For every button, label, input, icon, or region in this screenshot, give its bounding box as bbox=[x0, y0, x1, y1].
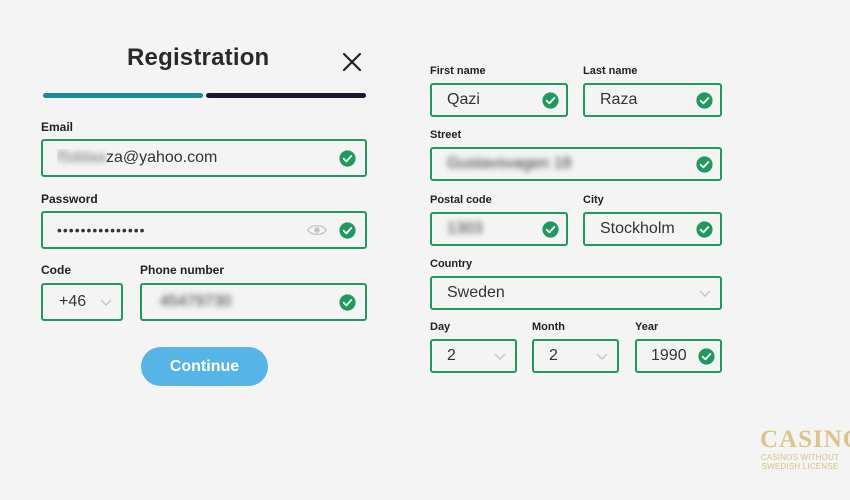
postal-code-value: 1303 bbox=[447, 220, 483, 237]
phone-value: 45479730 bbox=[160, 293, 232, 310]
chevron-down-icon bbox=[699, 290, 711, 297]
phone-label: Phone number bbox=[140, 263, 225, 277]
city-label: City bbox=[583, 194, 604, 206]
progress-step-1 bbox=[43, 93, 203, 98]
watermark-tagline-1: CASINOS WITHOUT bbox=[760, 453, 840, 462]
close-icon[interactable] bbox=[340, 50, 364, 74]
check-icon bbox=[696, 220, 713, 238]
last-name-label: Last name bbox=[583, 65, 638, 77]
email-value-visible: za@yahoo.com bbox=[105, 149, 218, 166]
check-icon bbox=[339, 149, 356, 167]
watermark-brand: CASINOS bbox=[760, 426, 850, 453]
page-title: Registration bbox=[127, 44, 270, 71]
month-label: Month bbox=[532, 321, 565, 333]
day-value: 2 bbox=[447, 347, 456, 364]
code-label: Code bbox=[41, 263, 71, 277]
watermark-logo: CASINOS CASINOS WITHOUT SWEDISH LICENSE bbox=[760, 426, 850, 472]
check-icon bbox=[696, 155, 713, 173]
day-label: Day bbox=[430, 321, 451, 333]
last-name-field[interactable]: Raza bbox=[583, 83, 722, 117]
city-field[interactable]: Stockholm bbox=[583, 212, 722, 246]
chevron-down-icon bbox=[100, 299, 112, 306]
phone-field[interactable]: 45479730 bbox=[140, 283, 367, 321]
chevron-down-icon bbox=[596, 353, 608, 360]
email-value-hidden: f5ddaa bbox=[57, 149, 106, 166]
street-label: Street bbox=[430, 129, 462, 141]
continue-button[interactable]: Continue bbox=[141, 347, 268, 386]
password-label: Password bbox=[41, 192, 98, 206]
password-field[interactable]: ••••••••••••••• bbox=[41, 211, 367, 249]
watermark-tagline-2: SWEDISH LICENSE bbox=[761, 462, 839, 471]
country-label: Country bbox=[430, 258, 473, 270]
check-icon bbox=[339, 221, 356, 239]
chevron-down-icon bbox=[494, 353, 506, 360]
email-label: Email bbox=[41, 120, 74, 134]
progress-step-2 bbox=[206, 93, 366, 98]
check-icon bbox=[542, 91, 559, 109]
last-name-value: Raza bbox=[600, 91, 638, 108]
street-value: Gustavsvagen 18 bbox=[447, 155, 572, 172]
code-select[interactable]: +46 bbox=[41, 283, 123, 321]
year-label: Year bbox=[635, 321, 659, 333]
code-value: +46 bbox=[59, 293, 87, 310]
city-value: Stockholm bbox=[600, 220, 675, 237]
month-select[interactable]: 2 bbox=[532, 339, 619, 373]
country-select[interactable]: Sweden bbox=[430, 276, 722, 310]
eye-icon[interactable] bbox=[307, 223, 327, 237]
day-select[interactable]: 2 bbox=[430, 339, 517, 373]
postal-code-label: Postal code bbox=[430, 194, 492, 206]
street-field[interactable]: Gustavsvagen 18 bbox=[430, 147, 722, 181]
first-name-value: Qazi bbox=[447, 91, 480, 108]
check-icon bbox=[542, 220, 559, 238]
first-name-label: First name bbox=[430, 65, 486, 77]
postal-code-field[interactable]: 1303 bbox=[430, 212, 568, 246]
month-value: 2 bbox=[549, 347, 558, 364]
year-field[interactable]: 1990 bbox=[635, 339, 722, 373]
email-field[interactable]: f5ddaaza@yahoo.com bbox=[41, 139, 367, 177]
year-value: 1990 bbox=[651, 347, 687, 364]
check-icon bbox=[696, 91, 713, 109]
check-icon bbox=[698, 347, 715, 365]
country-value: Sweden bbox=[447, 284, 505, 301]
password-value: ••••••••••••••• bbox=[57, 222, 146, 238]
email-value: f5ddaaza@yahoo.com bbox=[57, 149, 339, 167]
first-name-field[interactable]: Qazi bbox=[430, 83, 568, 117]
check-icon bbox=[339, 293, 356, 311]
